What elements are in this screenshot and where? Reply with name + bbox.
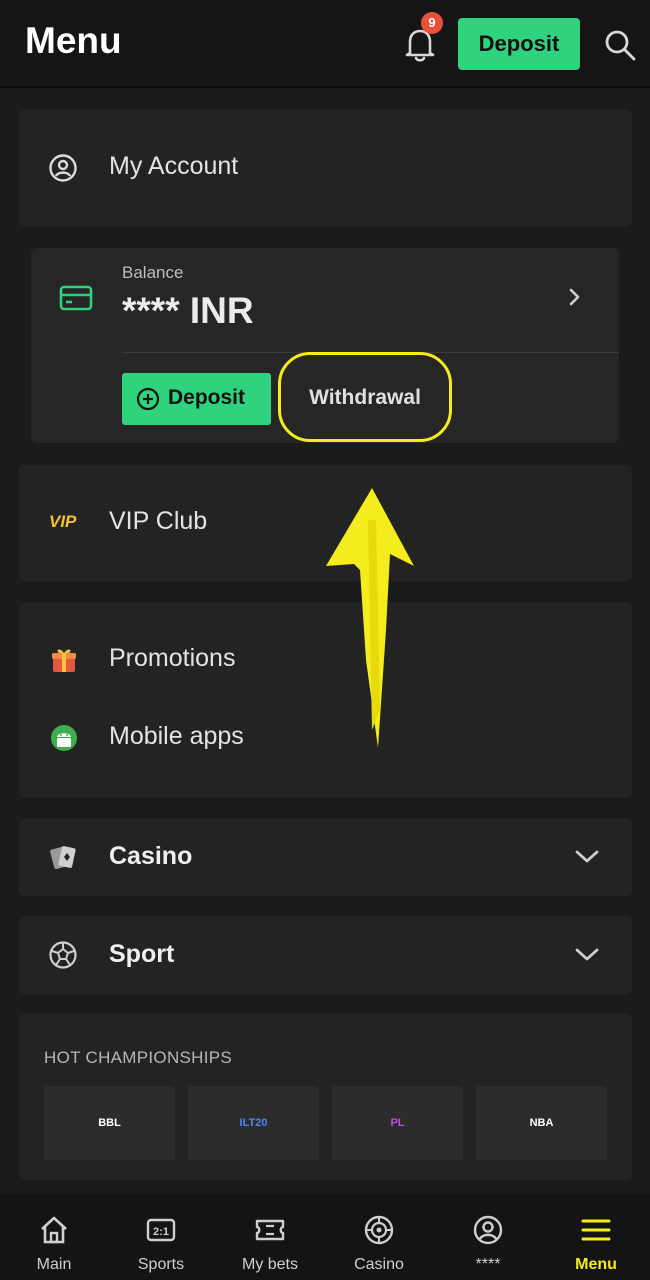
home-icon [41,1216,67,1244]
tab-profile-label: **** [475,1256,501,1273]
championship-tile[interactable]: ILT20 [188,1086,319,1160]
sport-label: Sport [109,940,175,968]
promotions-label: Promotions [109,644,236,672]
cards-icon [50,846,76,870]
tab-sports-label: Sports [137,1256,185,1273]
scoreboard-icon: 2:1 [146,1218,176,1242]
championship-tile[interactable]: NBA [476,1086,607,1160]
my-account-item[interactable]: My Account [18,110,632,226]
tab-my-bets[interactable]: My bets [216,1194,324,1280]
page-title: Menu [25,20,122,61]
championship-tile[interactable]: PL [332,1086,463,1160]
chevron-down-icon[interactable] [574,947,600,963]
bottom-tab-bar: Main 2:1 Sports My bets Casino **** Menu [0,1194,650,1280]
tab-menu[interactable]: Menu [542,1194,650,1280]
premier-league-logo: PL [390,1117,405,1129]
balance-deposit-label: Deposit [168,386,246,409]
user-circle-icon [49,154,77,182]
balance-caption: Balance [122,263,184,282]
withdrawal-label: Withdrawal [309,386,421,409]
vip-club-label: VIP Club [109,507,208,535]
tab-profile[interactable]: **** [434,1194,542,1280]
tab-main[interactable]: Main [0,1194,108,1280]
hamburger-icon [581,1219,611,1241]
chevron-down-icon[interactable] [574,849,600,865]
mobile-apps-label: Mobile apps [109,722,244,750]
sport-section[interactable]: Sport [18,916,632,994]
balance-deposit-button[interactable]: Deposit [122,373,271,425]
notification-badge: 9 [421,12,443,34]
gift-icon [52,649,76,672]
nba-logo: NBA [529,1117,554,1129]
tab-main-label: Main [36,1256,72,1273]
search-icon[interactable] [603,28,637,62]
chevron-right-icon[interactable] [566,286,584,308]
withdrawal-button[interactable]: Withdrawal [278,352,452,442]
android-icon [51,725,77,751]
tab-my-bets-label: My bets [241,1256,298,1273]
balance-card: Balance **** INR Deposit Withdrawal [31,248,619,443]
balance-value: **** INR [122,290,254,331]
tab-sports[interactable]: 2:1 Sports [107,1194,215,1280]
hot-championships-card: HOT CHAMPIONSHIPS BBL ILT20 PL NBA [18,1014,632,1180]
football-icon [49,941,77,969]
casino-section[interactable]: Casino [18,818,632,896]
vip-badge-icon: VIP [49,512,77,531]
top-bar: Menu 9 Deposit [0,0,650,88]
ilt20-logo: ILT20 [239,1117,268,1129]
annotation-arrow [326,488,414,748]
tab-casino-label: Casino [354,1256,404,1273]
my-account-label: My Account [109,152,239,180]
casino-label: Casino [109,842,193,870]
roulette-icon [364,1215,394,1245]
plus-circle-icon [136,387,160,411]
ticket-icon [255,1219,285,1241]
hot-championships-title: HOT CHAMPIONSHIPS [44,1048,233,1067]
header-deposit-button[interactable]: Deposit [458,18,580,70]
championship-tile[interactable]: BBL [44,1086,175,1160]
credit-card-icon [59,285,93,311]
svg-text:2:1: 2:1 [153,1226,169,1238]
bbl-logo: BBL [98,1117,121,1129]
user-circle-icon [473,1215,503,1245]
tab-menu-label: Menu [575,1256,617,1273]
tab-casino[interactable]: Casino [325,1194,433,1280]
